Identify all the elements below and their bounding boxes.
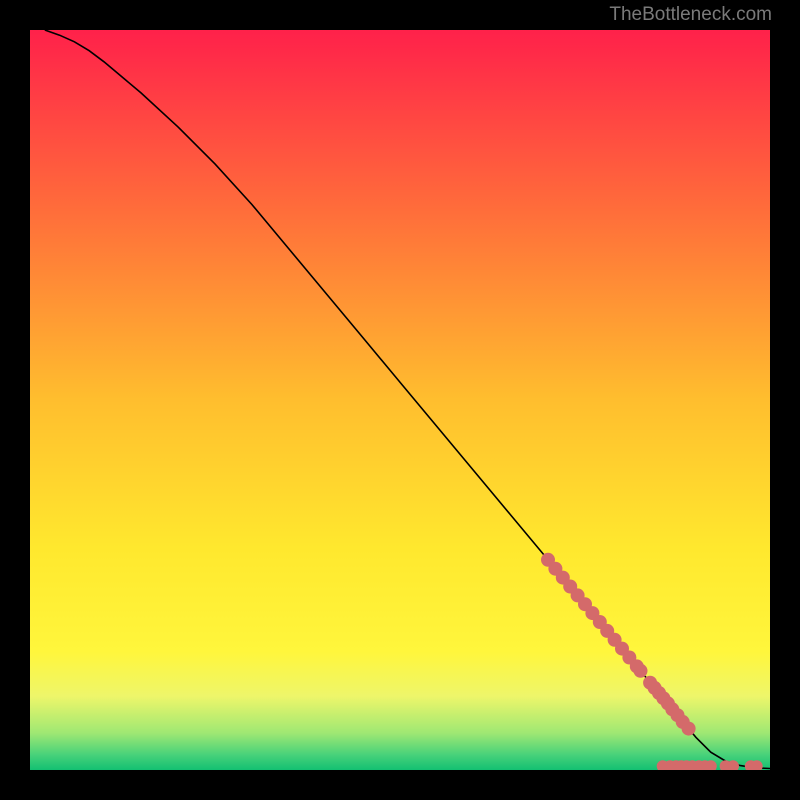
chart-svg (30, 30, 770, 770)
chart-plot (30, 30, 770, 770)
watermark-label: TheBottleneck.com (609, 4, 772, 26)
chart-stage: TheBottleneck.com (0, 0, 800, 800)
segment-dot (682, 722, 696, 736)
segment-dot (634, 664, 648, 678)
heatmap-background (30, 30, 770, 770)
